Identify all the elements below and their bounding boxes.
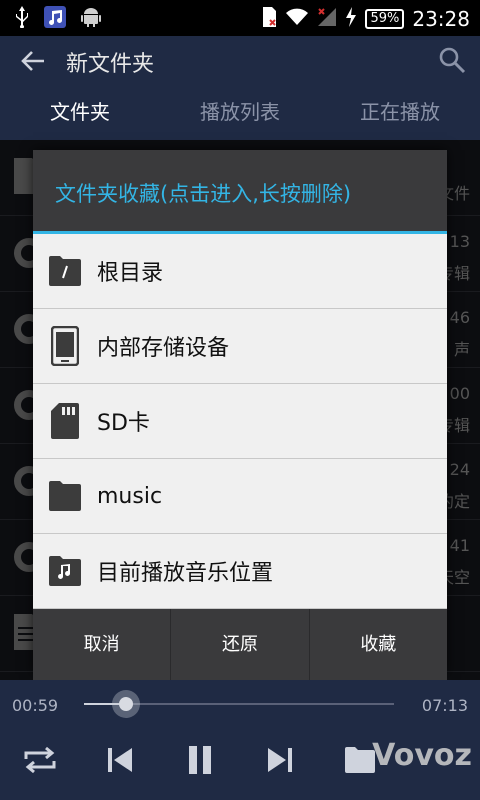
list-item-detail: 46	[449, 308, 470, 327]
dialog-title: 文件夹收藏(点击进入,长按删除)	[33, 150, 447, 234]
status-bar: 59% 23:28	[0, 0, 480, 36]
favorite-item-root[interactable]: 根目录	[33, 234, 447, 309]
list-item-detail: 13	[449, 232, 470, 251]
restore-button[interactable]: 还原	[170, 609, 308, 681]
pause-icon[interactable]	[178, 738, 222, 782]
favorite-button[interactable]: 收藏	[308, 609, 447, 681]
list-item-detail: 00	[449, 384, 470, 403]
root-folder-icon	[49, 251, 81, 291]
wifi-icon	[285, 7, 309, 31]
favorite-item-music[interactable]: music	[33, 459, 447, 534]
music-app-icon	[44, 6, 66, 32]
battery-level: 59%	[365, 9, 405, 29]
usb-icon	[14, 6, 30, 32]
tab-playlists[interactable]: 播放列表	[160, 88, 320, 140]
tab-bar: 文件夹 播放列表 正在播放	[0, 88, 480, 140]
list-item-detail: 声	[453, 340, 470, 359]
page-title: 新文件夹	[66, 52, 155, 77]
folder-icon	[49, 476, 81, 516]
tab-now-playing[interactable]: 正在播放	[320, 88, 480, 140]
back-arrow-icon[interactable]	[20, 48, 46, 74]
sim-icon	[261, 6, 277, 32]
charging-icon	[345, 7, 357, 31]
previous-icon[interactable]	[98, 738, 142, 782]
next-icon[interactable]	[258, 738, 302, 782]
favorite-item-label: 根目录	[97, 261, 164, 286]
list-item-detail: 24	[449, 460, 470, 479]
search-icon[interactable]	[438, 46, 466, 74]
cancel-button[interactable]: 取消	[33, 609, 170, 681]
watermark-logo: Vovoz	[372, 738, 472, 773]
signal-icon	[317, 7, 337, 31]
android-icon	[80, 6, 102, 32]
list-item-detail: 41	[449, 536, 470, 555]
seek-thumb[interactable]	[111, 690, 140, 718]
favorites-dialog: 文件夹收藏(点击进入,长按删除) 根目录 内部存储设备 SD卡 music 目前…	[33, 150, 447, 681]
favorite-item-label: 内部存储设备	[97, 336, 230, 361]
tab-folders[interactable]: 文件夹	[0, 88, 160, 140]
player-bar: 00:59 07:13 Vovoz	[0, 680, 480, 800]
sd-card-icon	[49, 401, 81, 441]
favorite-item-sd-card[interactable]: SD卡	[33, 384, 447, 459]
favorite-item-internal-storage[interactable]: 内部存储设备	[33, 309, 447, 384]
favorite-item-label: 目前播放音乐位置	[97, 561, 274, 586]
music-folder-icon	[49, 551, 81, 591]
favorite-item-now-playing-location[interactable]: 目前播放音乐位置	[33, 534, 447, 609]
favorite-item-label: SD卡	[97, 411, 150, 436]
repeat-icon[interactable]	[18, 738, 62, 782]
clock: 23:28	[412, 7, 470, 31]
dialog-buttons: 取消 还原 收藏	[33, 609, 447, 681]
favorite-item-label: music	[97, 483, 163, 509]
elapsed-time: 00:59	[12, 696, 59, 715]
app-bar: 新文件夹	[0, 36, 480, 88]
total-duration: 07:13	[421, 696, 468, 715]
phone-storage-icon	[49, 326, 81, 366]
favorites-list: 根目录 内部存储设备 SD卡 music 目前播放音乐位置	[33, 234, 447, 609]
